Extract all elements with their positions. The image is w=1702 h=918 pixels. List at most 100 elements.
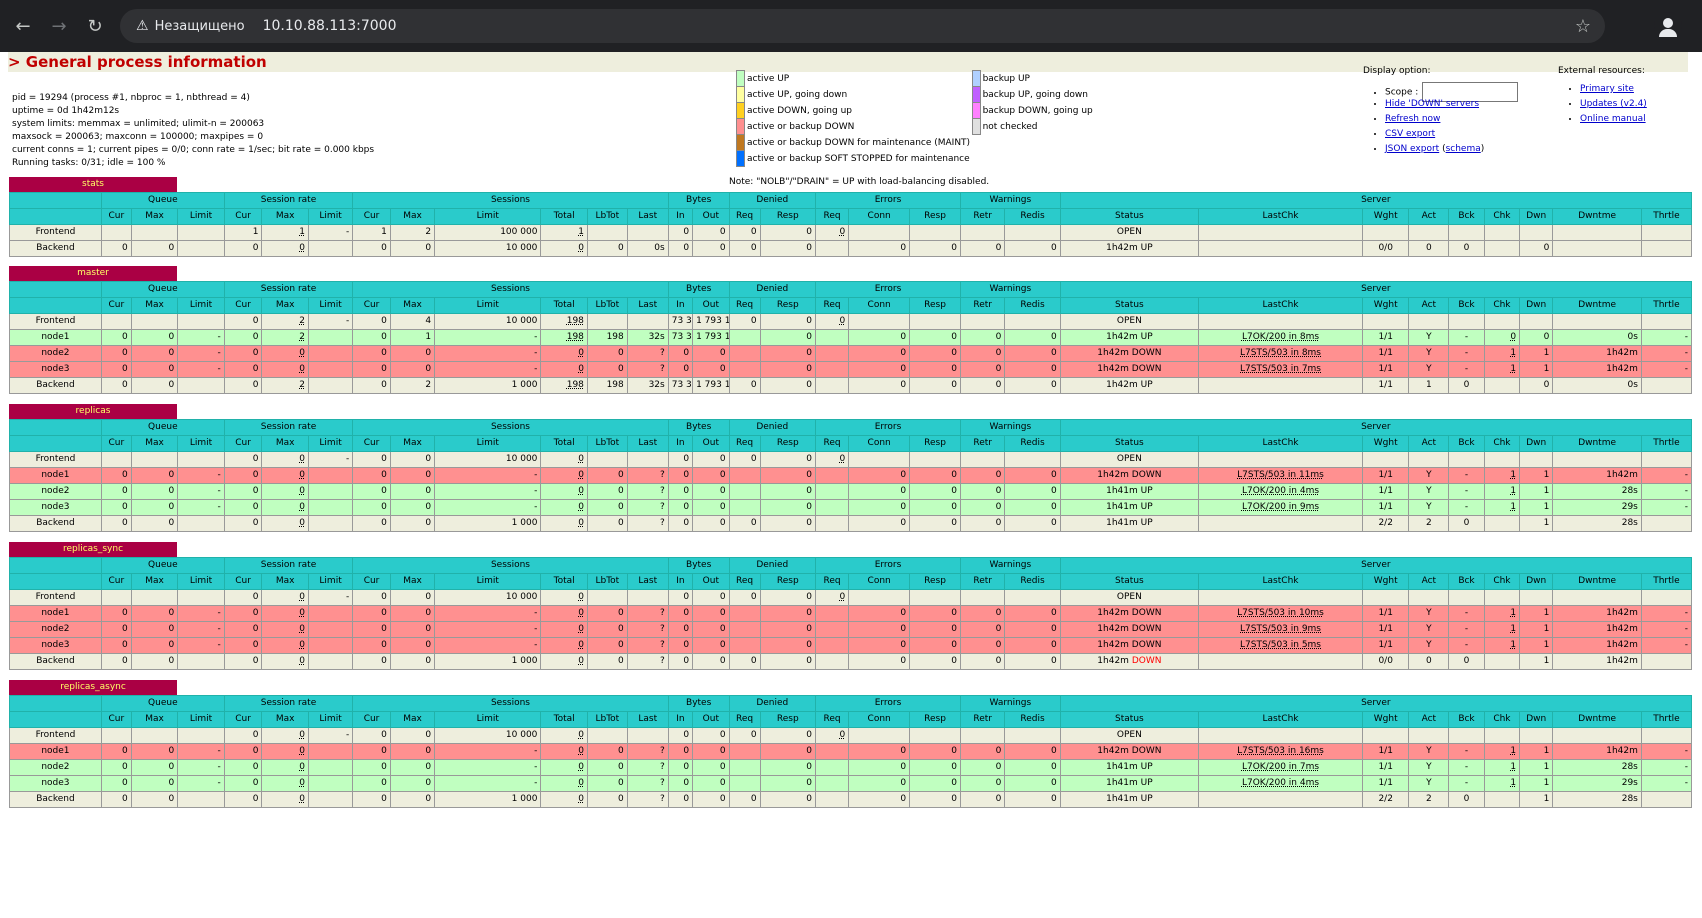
stat-cell: 73 339 [667, 329, 694, 346]
updates-link[interactable]: Updates (v2.4) [1580, 99, 1647, 109]
stat-cell [307, 605, 354, 622]
stat-cell: 1 [1483, 621, 1521, 638]
column-header: Total [540, 208, 588, 225]
stat-cell [586, 451, 628, 468]
row-name[interactable]: node3 [9, 637, 102, 654]
stat-cell: 0 [100, 759, 132, 776]
stat-cell [1448, 727, 1485, 744]
url-text[interactable]: 10.10.88.113:7000 [263, 18, 397, 34]
row-name[interactable]: node2 [9, 345, 102, 362]
row-name[interactable]: node3 [9, 775, 102, 792]
status-down-text: DOWN [1131, 656, 1162, 666]
stat-cell [1483, 653, 1521, 670]
column-group-header: Session rate [223, 281, 354, 298]
row-name[interactable]: Frontend [9, 727, 102, 744]
forward-arrow-icon[interactable]: → [46, 13, 72, 39]
row-name[interactable]: Backend [9, 515, 102, 532]
row-name[interactable]: Backend [9, 791, 102, 808]
stat-cell: 0 [352, 499, 391, 516]
json-export-link[interactable]: JSON export [1385, 144, 1439, 154]
row-name[interactable]: Backend [9, 377, 102, 394]
row-name[interactable]: Backend [9, 653, 102, 670]
stat-cell: 0 [223, 589, 263, 606]
stat-cell [307, 743, 354, 760]
stat-cell: 0 [389, 499, 436, 516]
column-header: Last [626, 297, 669, 314]
reload-icon[interactable]: ↻ [82, 13, 108, 39]
stat-cell: 0 [223, 653, 263, 670]
stat-cell [1004, 451, 1061, 468]
stat-cell: 0 [1004, 605, 1061, 622]
stat-cell: 0 [960, 759, 1006, 776]
column-header: Max [130, 297, 179, 314]
refresh-now-link[interactable]: Refresh now [1385, 114, 1440, 124]
column-header: Req [814, 711, 850, 728]
row-name[interactable]: node1 [9, 605, 102, 622]
json-schema-link[interactable]: schema [1446, 144, 1481, 154]
row-name[interactable]: Frontend [9, 313, 102, 330]
stat-cell: 0 [667, 653, 694, 670]
hide-down-servers-link[interactable]: Hide 'DOWN' servers [1385, 99, 1479, 109]
frontend-row: Frontend 0 0-0 0 10 000 0 0 0 0 0 0 OPEN [9, 451, 1693, 468]
stat-cell: 0 [540, 759, 588, 776]
stat-cell: 0 [352, 791, 391, 808]
stat-cell [1483, 791, 1521, 808]
row-name[interactable]: node1 [9, 329, 102, 346]
column-header: Resp [909, 573, 962, 590]
proxy-name-replicas_async[interactable]: replicas_async [9, 680, 177, 695]
row-name[interactable]: node3 [9, 499, 102, 516]
row-name[interactable]: node2 [9, 621, 102, 638]
stat-cell [728, 499, 761, 516]
stat-cell: 0 [909, 743, 962, 760]
online-manual-link[interactable]: Online manual [1580, 114, 1646, 124]
row-name[interactable]: Backend [9, 240, 102, 257]
csv-export-link[interactable]: CSV export [1385, 129, 1435, 139]
row-name[interactable]: Frontend [9, 224, 102, 241]
stat-cell: - [1448, 499, 1485, 516]
stat-cell: 1 [1519, 775, 1554, 792]
stat-cell: 0 [352, 329, 391, 346]
profile-avatar-icon[interactable] [1654, 12, 1682, 40]
stat-cell [848, 451, 911, 468]
stat-cell: 0 [848, 775, 911, 792]
row-name[interactable]: node3 [9, 361, 102, 378]
column-group-header: Warnings [960, 557, 1061, 574]
stat-cell: 1/1 [1361, 621, 1410, 638]
column-header: Redis [1004, 573, 1061, 590]
stat-cell: 0 [389, 361, 436, 378]
proxy-name-master[interactable]: master [9, 266, 177, 281]
row-name[interactable]: Frontend [9, 589, 102, 606]
row-name[interactable]: node2 [9, 759, 102, 776]
stat-cell: 1h42m [1552, 467, 1642, 484]
row-name[interactable]: node1 [9, 743, 102, 760]
stat-cell: - [1448, 621, 1485, 638]
stat-cell: 0 [759, 791, 816, 808]
stat-cell: 0 [759, 499, 816, 516]
stat-cell: Y [1408, 345, 1450, 362]
proxy-name-replicas[interactable]: replicas [9, 404, 177, 419]
stat-cell: 0 [586, 605, 628, 622]
stat-cell: 10 000 [434, 589, 542, 606]
stat-cell: 2/2 [1361, 515, 1410, 532]
row-name[interactable]: node2 [9, 483, 102, 500]
stat-cell: 0 [130, 483, 179, 500]
row-name[interactable]: node1 [9, 467, 102, 484]
address-bar[interactable]: ⚠ Незащищено 10.10.88.113:7000 ☆ [120, 9, 1605, 43]
row-name[interactable]: Frontend [9, 451, 102, 468]
stat-cell: 0 [352, 240, 391, 257]
security-indicator[interactable]: ⚠ Незащищено [128, 13, 255, 39]
column-header: Limit [307, 711, 354, 728]
legend-label: backup DOWN, going up [982, 105, 1093, 116]
column-header: Resp [909, 208, 962, 225]
primary-site-link[interactable]: Primary site [1580, 84, 1634, 94]
proxy-name-stats[interactable]: stats [9, 177, 177, 192]
stat-cell: 1 [1483, 361, 1521, 378]
proxy-name-replicas_sync[interactable]: replicas_sync [9, 542, 177, 557]
column-header: Max [261, 435, 309, 452]
column-header: Dwn [1519, 435, 1554, 452]
stat-cell [848, 224, 911, 241]
stat-cell: OPEN [1059, 727, 1200, 744]
back-arrow-icon[interactable]: ← [10, 13, 36, 39]
column-header: Dwntme [1552, 208, 1642, 225]
bookmark-star-icon[interactable]: ☆ [1575, 16, 1591, 37]
